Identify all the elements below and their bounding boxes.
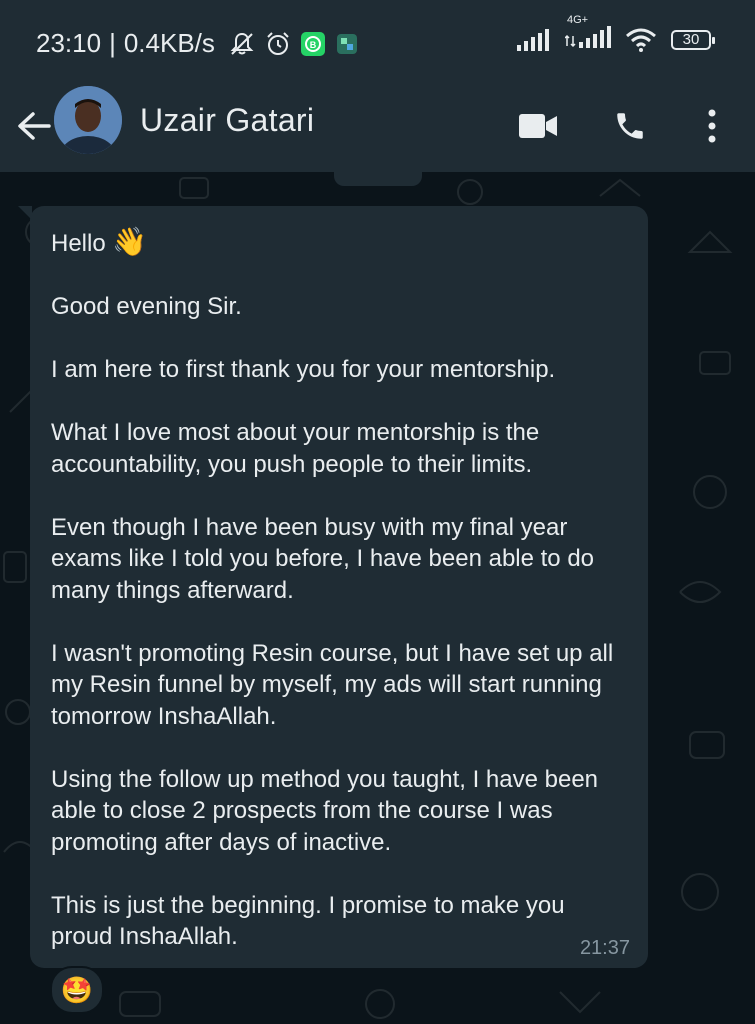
status-notification-icons: B [229, 31, 359, 57]
status-bar: 23:10 | 0.4KB/s B 4G+ 30 [0, 0, 755, 82]
battery-indicator: 30 [671, 29, 715, 50]
signal-icon [517, 28, 549, 51]
status-time: 23:10 [36, 28, 102, 58]
phone-icon [617, 113, 643, 139]
message-paragraph: Good evening Sir. [51, 293, 242, 320]
signal-4g-icon [564, 26, 611, 48]
network-type-label: 4G+ [567, 14, 589, 26]
more-options-button[interactable] [690, 104, 734, 148]
avatar[interactable] [54, 86, 122, 154]
message-paragraph: Even though I have been busy with my fin… [51, 513, 601, 604]
voice-call-button[interactable] [608, 104, 652, 148]
chat-area[interactable]: Hello 👋 Good evening Sir. I am here to f… [0, 172, 755, 1024]
back-button[interactable] [14, 106, 54, 146]
wifi-icon [626, 28, 656, 52]
star-struck-emoji: 🤩 [60, 974, 94, 1005]
app-notification-icon [336, 33, 357, 54]
arrow-left-icon [18, 112, 51, 140]
chat-header: Uzair Gatari [0, 82, 755, 172]
message-paragraph: Using the follow up method you taught, I… [51, 765, 605, 856]
message-paragraph: This is just the beginning. I promise to… [51, 891, 572, 951]
greeting-text: Hello [51, 230, 106, 257]
status-right: 4G+ 30 [517, 14, 715, 53]
message-greeting: Hello 👋 [51, 226, 628, 260]
whatsapp-business-icon: B [300, 31, 325, 56]
battery-level: 30 [682, 31, 700, 48]
svg-text:B: B [310, 40, 317, 50]
waving-hand-emoji: 👋 [112, 226, 148, 257]
more-vertical-icon [708, 109, 716, 143]
video-call-button[interactable] [516, 104, 560, 148]
incoming-message-bubble[interactable]: Hello 👋 Good evening Sir. I am here to f… [18, 206, 648, 968]
bell-off-icon [230, 32, 254, 55]
date-divider [334, 172, 422, 186]
message-timestamp: 21:37 [579, 937, 630, 959]
message-paragraph: I am here to first thank you for your me… [51, 356, 556, 383]
status-separator: | [109, 28, 116, 58]
status-left: 23:10 | 0.4KB/s B [36, 28, 359, 59]
status-speed: 0.4KB/s [123, 28, 215, 58]
message-reaction[interactable]: 🤩 [50, 966, 104, 1014]
alarm-icon [267, 31, 289, 55]
message-paragraph: What I love most about your mentorship i… [51, 419, 546, 478]
contact-name[interactable]: Uzair Gatari [140, 102, 314, 139]
message-paragraph: I wasn't promoting Resin course, but I h… [51, 639, 620, 730]
video-call-icon [519, 114, 557, 138]
profile-photo [54, 86, 122, 154]
signal-4g-group: 4G+ [564, 14, 611, 53]
